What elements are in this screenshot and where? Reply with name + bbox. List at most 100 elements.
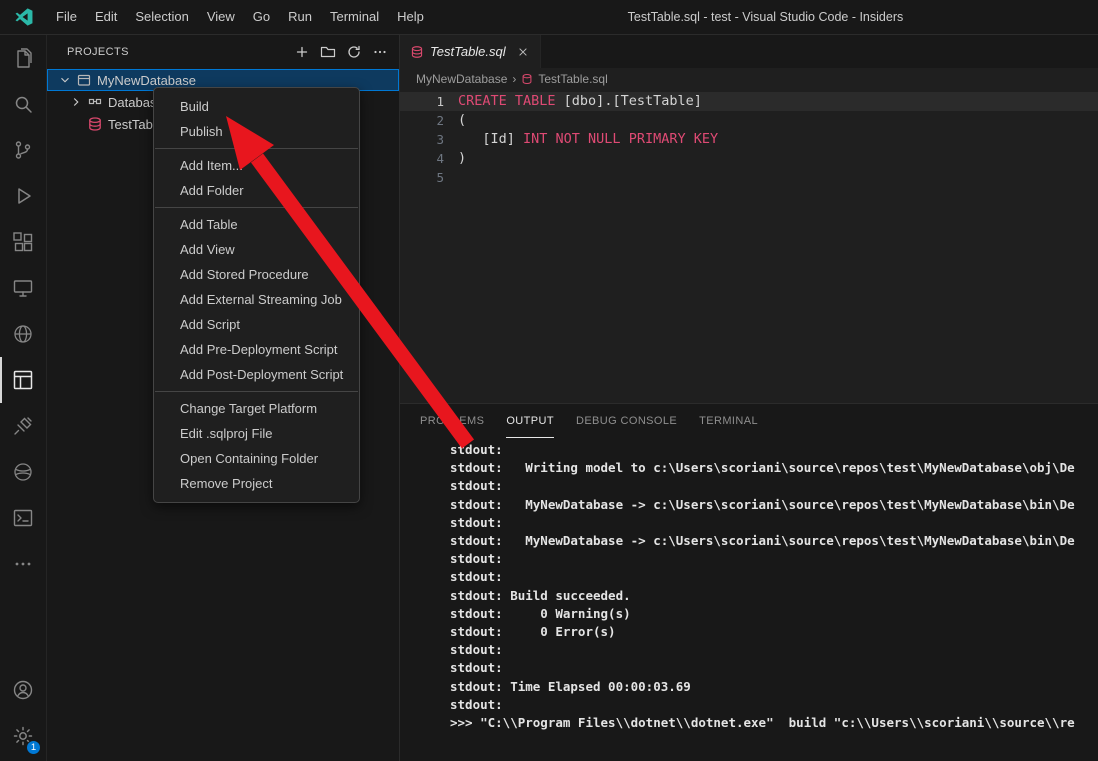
code-line[interactable]: 4) <box>400 149 1098 168</box>
menu-file[interactable]: File <box>47 0 86 34</box>
code-text: CREATE TABLE [dbo].[TestTable] <box>458 92 702 111</box>
sidebar-title: PROJECTS <box>67 46 129 58</box>
close-icon[interactable] <box>516 45 530 59</box>
azure-icon[interactable] <box>0 449 46 495</box>
code-text: [Id] INT NOT NULL PRIMARY KEY <box>458 130 718 149</box>
panel-tab-debug-console[interactable]: DEBUG CONSOLE <box>576 405 677 438</box>
menu-item-add-post-deployment-script[interactable]: Add Post-Deployment Script <box>154 362 359 387</box>
menu-run[interactable]: Run <box>279 0 321 34</box>
settings-gear-icon[interactable]: 1 <box>0 713 46 759</box>
chevron-down-icon[interactable] <box>56 73 74 87</box>
menu-item-build[interactable]: Build <box>154 94 359 119</box>
output-line: stdout: <box>450 568 1098 586</box>
output-line: stdout: <box>450 659 1098 677</box>
output-line: stdout: 0 Error(s) <box>450 623 1098 641</box>
sidebar-header: PROJECTS <box>47 35 399 68</box>
panel-tab-output[interactable]: OUTPUT <box>506 405 554 438</box>
explorer-icon[interactable] <box>0 35 46 81</box>
activity-bar-bottom: 1 <box>0 667 46 761</box>
menu-item-edit-sqlproj-file[interactable]: Edit .sqlproj File <box>154 421 359 446</box>
context-menu: BuildPublish Add Item...Add Folder Add Tab… <box>153 87 360 503</box>
account-icon[interactable] <box>0 667 46 713</box>
output-line: stdout: MyNewDatabase -> c:\Users\scoria… <box>450 532 1098 550</box>
code-line[interactable]: 1 CREATE TABLE [dbo].[TestTable] <box>400 92 1098 111</box>
code-text: ) <box>458 149 466 168</box>
line-number: 2 <box>400 111 444 130</box>
menu-item-change-target-platform[interactable]: Change Target Platform <box>154 396 359 421</box>
output-line: stdout: Build succeeded. <box>450 587 1098 605</box>
menu-go[interactable]: Go <box>244 0 279 34</box>
more-actions-button[interactable] <box>369 41 391 63</box>
output-line: stdout: <box>450 696 1098 714</box>
code-line[interactable]: 5 <box>400 168 1098 187</box>
run-and-debug-icon[interactable] <box>0 173 46 219</box>
menu-item-open-containing-folder[interactable]: Open Containing Folder <box>154 446 359 471</box>
breadcrumb-project[interactable]: MyNewDatabase <box>416 72 507 86</box>
line-number: 3 <box>400 130 444 149</box>
refresh-button[interactable] <box>343 41 365 63</box>
output-line: stdout: <box>450 514 1098 532</box>
menu-separator <box>155 148 358 149</box>
menu-item-add-external-streaming-job[interactable]: Add External Streaming Job <box>154 287 359 312</box>
output-line: stdout: <box>450 477 1098 495</box>
output-line: stdout: Writing model to c:\Users\scoria… <box>450 459 1098 477</box>
open-project-button[interactable] <box>317 41 339 63</box>
breadcrumb-separator: › <box>512 72 516 86</box>
vscode-window: FileEditSelectionViewGoRunTerminalHelp T… <box>0 0 1098 761</box>
source-control-icon[interactable] <box>0 127 46 173</box>
title-area: TestTable.sql - test - Visual Studio Cod… <box>433 8 1098 26</box>
menu-item-add-script[interactable]: Add Script <box>154 312 359 337</box>
menu-item-publish[interactable]: Publish <box>154 119 359 144</box>
search-icon[interactable] <box>0 81 46 127</box>
line-number: 5 <box>400 168 444 187</box>
activity-bar: 1 <box>0 35 47 761</box>
menu-item-add-table[interactable]: Add Table <box>154 212 359 237</box>
output-line: >>> "C:\\Program Files\\dotnet\\dotnet.e… <box>450 714 1098 732</box>
console-icon[interactable] <box>0 495 46 541</box>
menu-terminal[interactable]: Terminal <box>321 0 388 34</box>
titlebar: FileEditSelectionViewGoRunTerminalHelp T… <box>0 0 1098 35</box>
database-icon <box>521 73 533 85</box>
breadcrumb-file[interactable]: TestTable.sql <box>538 72 607 86</box>
tab-label: TestTable.sql <box>430 44 506 59</box>
panel-tab-terminal[interactable]: TERMINAL <box>699 405 758 438</box>
menu-view[interactable]: View <box>198 0 244 34</box>
connection-icon[interactable] <box>0 403 46 449</box>
chevron-right-icon[interactable] <box>67 95 85 109</box>
menu-item-add-pre-deployment-script[interactable]: Add Pre-Deployment Script <box>154 337 359 362</box>
menu-edit[interactable]: Edit <box>86 0 126 34</box>
menu-item-add-folder[interactable]: Add Folder <box>154 178 359 203</box>
code-text: ( <box>458 111 466 130</box>
remote-explorer-icon[interactable] <box>0 265 46 311</box>
menu-item-remove-project[interactable]: Remove Project <box>154 471 359 496</box>
bottom-panel: PROBLEMS OUTPUT DEBUG CONSOLE TERMINAL stdo… <box>400 403 1098 761</box>
code-editor[interactable]: 1CREATE TABLE [dbo].[TestTable]2(3 [Id] … <box>400 90 1098 403</box>
web-icon[interactable] <box>0 311 46 357</box>
output-line: stdout: <box>450 641 1098 659</box>
menu-separator <box>155 391 358 392</box>
sidebar-actions <box>291 41 391 63</box>
menu-item-add-stored-procedure[interactable]: Add Stored Procedure <box>154 262 359 287</box>
menu-selection[interactable]: Selection <box>126 0 197 34</box>
vscode-insiders-logo-icon <box>0 8 47 26</box>
references-icon <box>85 94 105 110</box>
menu-help[interactable]: Help <box>388 0 433 34</box>
project-icon <box>74 72 94 88</box>
activity-bar-top <box>0 35 46 587</box>
tab-testtable-sql[interactable]: TestTable.sql <box>400 35 541 68</box>
add-project-button[interactable] <box>291 41 313 63</box>
output-line: stdout: MyNewDatabase -> c:\Users\scoria… <box>450 496 1098 514</box>
panel-tab-problems[interactable]: PROBLEMS <box>420 405 484 438</box>
sql-file-icon <box>85 116 105 132</box>
extensions-icon[interactable] <box>0 219 46 265</box>
output-content[interactable]: stdout:stdout: Writing model to c:\Users… <box>400 438 1098 761</box>
menu-item-add-item[interactable]: Add Item... <box>154 153 359 178</box>
output-line: stdout: Time Elapsed 00:00:03.69 <box>450 678 1098 696</box>
code-line[interactable]: 3 [Id] INT NOT NULL PRIMARY KEY <box>400 130 1098 149</box>
line-number: 1 <box>400 92 444 111</box>
menu-item-add-view[interactable]: Add View <box>154 237 359 262</box>
database-projects-icon[interactable] <box>0 357 46 403</box>
code-line[interactable]: 2( <box>400 111 1098 130</box>
more-icon[interactable] <box>0 541 46 587</box>
menu-separator <box>155 207 358 208</box>
